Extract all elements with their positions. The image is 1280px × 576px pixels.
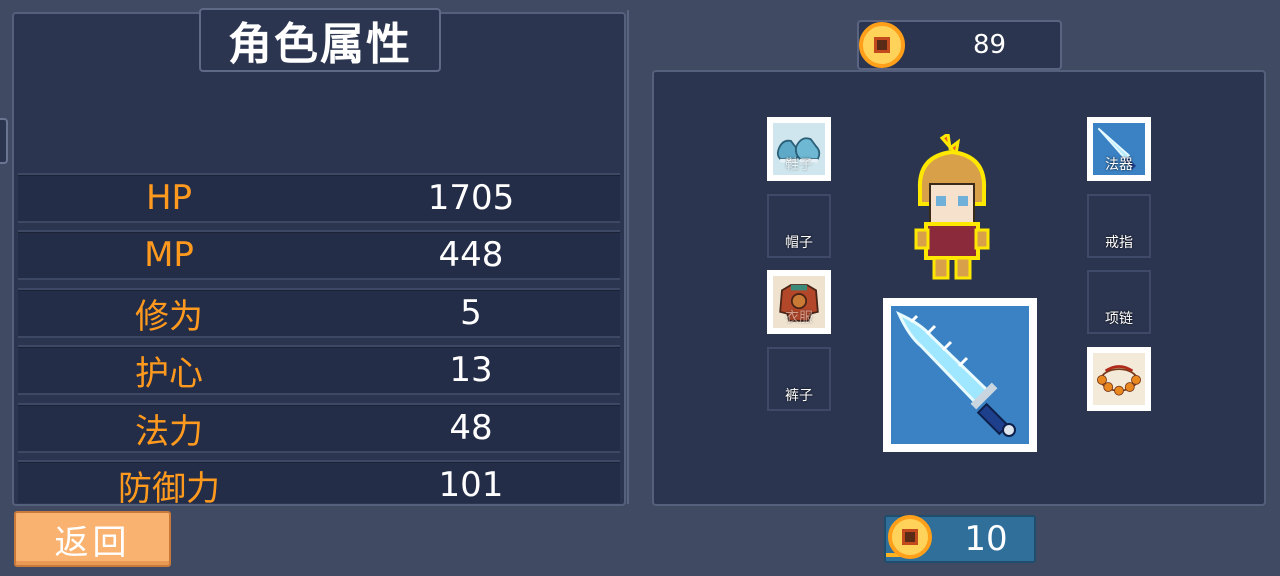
page-title: 角色属性 — [199, 8, 441, 72]
stat-row-defense: 防御力 101 — [18, 460, 620, 503]
coin-icon — [888, 515, 932, 559]
stat-row-hp: HP 1705 — [18, 173, 620, 223]
stat-row-heart-guard: 护心 13 — [18, 345, 620, 395]
equip-slot-necklace[interactable]: 项链 — [1087, 270, 1151, 334]
currency-bottom: 10 — [884, 515, 1036, 563]
equip-slot-pants[interactable]: 裤子 — [767, 347, 831, 411]
stat-label: 法力 — [135, 411, 203, 452]
panel-divider — [627, 10, 629, 504]
stat-row-mp: MP 448 — [18, 230, 620, 280]
slot-label-necklace: 项链 — [1105, 311, 1133, 327]
slot-label-ring: 戒指 — [1105, 235, 1133, 251]
slot-label-armor: 衣服 — [785, 310, 813, 326]
equip-slot-bracelet[interactable] — [1087, 347, 1151, 411]
stat-row-cultivation: 修为 5 — [18, 288, 620, 338]
stat-value: 101 — [438, 465, 504, 503]
coin-icon — [859, 22, 905, 68]
equip-slot-armor[interactable]: 衣服 — [767, 270, 831, 334]
equip-slot-hat[interactable]: 帽子 — [767, 194, 831, 258]
stat-value: 1705 — [427, 178, 515, 218]
currency-bottom-amount: 10 — [964, 519, 1008, 559]
stat-label: HP — [145, 178, 193, 218]
slot-label-shoes: 鞋子 — [785, 157, 813, 173]
stat-label: 修为 — [135, 296, 203, 337]
stats-list[interactable]: HP 1705 MP 448 修为 5 护心 13 法力 48 防御力 101 — [18, 173, 622, 503]
stat-value: 13 — [449, 350, 493, 390]
equip-slot-shoes[interactable]: 鞋子 — [767, 117, 831, 181]
equip-slot-weapon[interactable]: 法器 — [1087, 117, 1151, 181]
bead-bracelet-icon — [1093, 353, 1145, 405]
slot-label-pants: 裤子 — [785, 388, 813, 404]
stat-label: 护心 — [135, 353, 203, 394]
equip-slot-ring[interactable]: 戒指 — [1087, 194, 1151, 258]
side-tab-handle[interactable] — [0, 118, 8, 164]
stat-label: MP — [144, 235, 194, 275]
stat-row-mana: 法力 48 — [18, 403, 620, 453]
character-sprite — [914, 134, 990, 280]
ice-sword-large-icon — [895, 310, 1016, 437]
back-button[interactable]: 返回 — [14, 511, 171, 567]
currency-top: 89 — [857, 20, 1062, 70]
stat-value: 448 — [438, 235, 504, 275]
stat-value: 5 — [460, 293, 482, 333]
equipped-weapon-display — [883, 298, 1037, 452]
slot-label-hat: 帽子 — [785, 235, 813, 251]
stat-label: 防御力 — [118, 468, 220, 504]
currency-top-amount: 89 — [972, 30, 1007, 60]
stat-value: 48 — [449, 408, 493, 448]
slot-label-weapon: 法器 — [1105, 157, 1133, 173]
